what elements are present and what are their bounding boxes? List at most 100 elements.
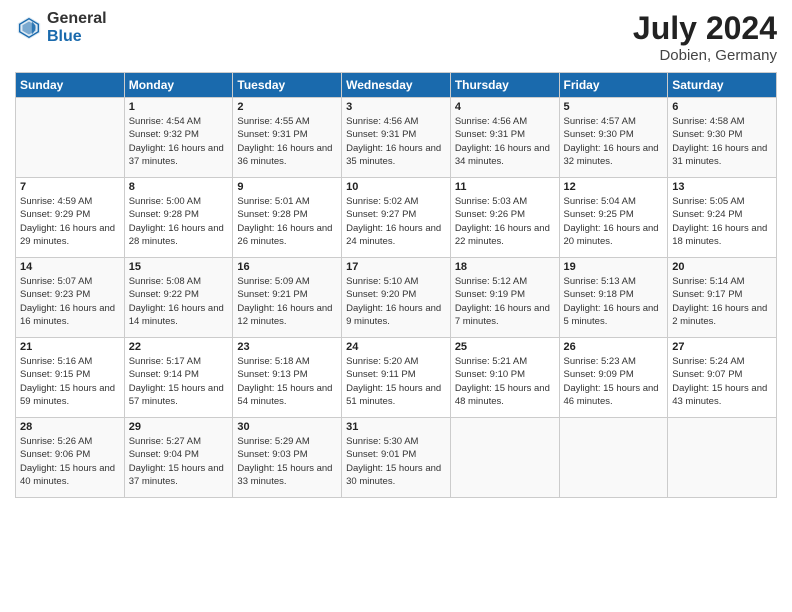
day-info-3: Sunrise: 4:56 AM Sunset: 9:31 PM Dayligh… <box>346 115 446 168</box>
day-cell-32 <box>450 418 559 498</box>
week-row-2: 7 Sunrise: 4:59 AM Sunset: 9:29 PM Daylig… <box>16 178 777 258</box>
day-info-22: Sunrise: 5:17 AM Sunset: 9:14 PM Dayligh… <box>129 355 229 408</box>
day-info-14: Sunrise: 5:07 AM Sunset: 9:23 PM Dayligh… <box>20 275 120 328</box>
day-cell-3: 3 Sunrise: 4:56 AM Sunset: 9:31 PM Daylig… <box>342 98 451 178</box>
header-tuesday: Tuesday <box>233 73 342 98</box>
day-info-29: Sunrise: 5:27 AM Sunset: 9:04 PM Dayligh… <box>129 435 229 488</box>
day-number-21: 21 <box>20 341 120 353</box>
day-number-6: 6 <box>672 101 772 113</box>
day-cell-18: 18 Sunrise: 5:12 AM Sunset: 9:19 PM Dayli… <box>450 258 559 338</box>
title-block: July 2024 Dobien, Germany <box>633 10 777 64</box>
day-info-1: Sunrise: 4:54 AM Sunset: 9:32 PM Dayligh… <box>129 115 229 168</box>
day-info-2: Sunrise: 4:55 AM Sunset: 9:31 PM Dayligh… <box>237 115 337 168</box>
day-info-26: Sunrise: 5:23 AM Sunset: 9:09 PM Dayligh… <box>564 355 664 408</box>
day-number-9: 9 <box>237 181 337 193</box>
day-number-26: 26 <box>564 341 664 353</box>
day-cell-22: 22 Sunrise: 5:17 AM Sunset: 9:14 PM Dayli… <box>124 338 233 418</box>
day-cell-19: 19Sunrise: 5:13 AM Sunset: 9:18 PM Dayli… <box>559 258 668 338</box>
day-info-28: Sunrise: 5:26 AM Sunset: 9:06 PM Dayligh… <box>20 435 120 488</box>
day-cell-29: 29 Sunrise: 5:27 AM Sunset: 9:04 PM Dayli… <box>124 418 233 498</box>
day-cell-4: 4Sunrise: 4:56 AM Sunset: 9:31 PM Daylig… <box>450 98 559 178</box>
day-info-7: Sunrise: 4:59 AM Sunset: 9:29 PM Dayligh… <box>20 195 120 248</box>
day-number-25: 25 <box>455 341 555 353</box>
day-info-23: Sunrise: 5:18 AM Sunset: 9:13 PM Dayligh… <box>237 355 337 408</box>
logo-general: General <box>47 10 107 27</box>
day-info-17: Sunrise: 5:10 AM Sunset: 9:20 PM Dayligh… <box>346 275 446 328</box>
logo-icon <box>15 14 43 42</box>
day-cell-23: 23 Sunrise: 5:18 AM Sunset: 9:13 PM Dayli… <box>233 338 342 418</box>
header-friday: Friday <box>559 73 668 98</box>
day-cell-33 <box>559 418 668 498</box>
day-number-17: 17 <box>346 261 446 273</box>
header-saturday: Saturday <box>668 73 777 98</box>
day-info-30: Sunrise: 5:29 AM Sunset: 9:03 PM Dayligh… <box>237 435 337 488</box>
day-number-7: 7 <box>20 181 120 193</box>
day-info-9: Sunrise: 5:01 AM Sunset: 9:28 PM Dayligh… <box>237 195 337 248</box>
calendar-table: Sunday Monday Tuesday Wednesday Thursday… <box>15 72 777 498</box>
day-cell-17: 17 Sunrise: 5:10 AM Sunset: 9:20 PM Dayli… <box>342 258 451 338</box>
day-cell-7: 7 Sunrise: 4:59 AM Sunset: 9:29 PM Daylig… <box>16 178 125 258</box>
day-number-15: 15 <box>129 261 229 273</box>
day-cell-30: 30 Sunrise: 5:29 AM Sunset: 9:03 PM Dayli… <box>233 418 342 498</box>
day-cell-15: 15 Sunrise: 5:08 AM Sunset: 9:22 PM Dayli… <box>124 258 233 338</box>
day-number-2: 2 <box>237 101 337 113</box>
day-cell-2: 2 Sunrise: 4:55 AM Sunset: 9:31 PM Daylig… <box>233 98 342 178</box>
day-cell-28: 28Sunrise: 5:26 AM Sunset: 9:06 PM Dayli… <box>16 418 125 498</box>
week-row-5: 28Sunrise: 5:26 AM Sunset: 9:06 PM Dayli… <box>16 418 777 498</box>
day-number-23: 23 <box>237 341 337 353</box>
day-cell-34 <box>668 418 777 498</box>
header-sunday: Sunday <box>16 73 125 98</box>
day-info-25: Sunrise: 5:21 AM Sunset: 9:10 PM Dayligh… <box>455 355 555 408</box>
day-info-16: Sunrise: 5:09 AM Sunset: 9:21 PM Dayligh… <box>237 275 337 328</box>
header-monday: Monday <box>124 73 233 98</box>
day-info-24: Sunrise: 5:20 AM Sunset: 9:11 PM Dayligh… <box>346 355 446 408</box>
day-info-31: Sunrise: 5:30 AM Sunset: 9:01 PM Dayligh… <box>346 435 446 488</box>
day-number-11: 11 <box>455 181 555 193</box>
logo-blue: Blue <box>47 28 82 45</box>
location: Dobien, Germany <box>633 47 777 64</box>
day-cell-11: 11Sunrise: 5:03 AM Sunset: 9:26 PM Dayli… <box>450 178 559 258</box>
day-info-20: Sunrise: 5:14 AM Sunset: 9:17 PM Dayligh… <box>672 275 772 328</box>
day-number-16: 16 <box>237 261 337 273</box>
day-info-18: Sunrise: 5:12 AM Sunset: 9:19 PM Dayligh… <box>455 275 555 328</box>
week-row-1: 1 Sunrise: 4:54 AM Sunset: 9:32 PM Daylig… <box>16 98 777 178</box>
day-cell-27: 27Sunrise: 5:24 AM Sunset: 9:07 PM Dayli… <box>668 338 777 418</box>
day-cell-6: 6Sunrise: 4:58 AM Sunset: 9:30 PM Daylig… <box>668 98 777 178</box>
day-number-20: 20 <box>672 261 772 273</box>
day-number-30: 30 <box>237 421 337 433</box>
day-number-10: 10 <box>346 181 446 193</box>
day-number-27: 27 <box>672 341 772 353</box>
day-info-21: Sunrise: 5:16 AM Sunset: 9:15 PM Dayligh… <box>20 355 120 408</box>
day-number-3: 3 <box>346 101 446 113</box>
day-cell-26: 26 Sunrise: 5:23 AM Sunset: 9:09 PM Dayli… <box>559 338 668 418</box>
day-cell-20: 20 Sunrise: 5:14 AM Sunset: 9:17 PM Dayli… <box>668 258 777 338</box>
day-number-12: 12 <box>564 181 664 193</box>
day-cell-1: 1 Sunrise: 4:54 AM Sunset: 9:32 PM Daylig… <box>124 98 233 178</box>
day-cell-16: 16 Sunrise: 5:09 AM Sunset: 9:21 PM Dayli… <box>233 258 342 338</box>
day-cell-9: 9 Sunrise: 5:01 AM Sunset: 9:28 PM Daylig… <box>233 178 342 258</box>
day-number-13: 13 <box>672 181 772 193</box>
logo-text: General Blue <box>47 10 107 45</box>
week-row-3: 14Sunrise: 5:07 AM Sunset: 9:23 PM Dayli… <box>16 258 777 338</box>
day-cell-5: 5Sunrise: 4:57 AM Sunset: 9:30 PM Daylig… <box>559 98 668 178</box>
header-row: General Blue July 2024 Dobien, Germany <box>15 10 777 64</box>
day-cell-25: 25 Sunrise: 5:21 AM Sunset: 9:10 PM Dayli… <box>450 338 559 418</box>
day-number-29: 29 <box>129 421 229 433</box>
day-number-24: 24 <box>346 341 446 353</box>
day-number-18: 18 <box>455 261 555 273</box>
day-number-1: 1 <box>129 101 229 113</box>
day-info-15: Sunrise: 5:08 AM Sunset: 9:22 PM Dayligh… <box>129 275 229 328</box>
day-info-10: Sunrise: 5:02 AM Sunset: 9:27 PM Dayligh… <box>346 195 446 248</box>
day-cell-14: 14Sunrise: 5:07 AM Sunset: 9:23 PM Dayli… <box>16 258 125 338</box>
day-number-4: 4 <box>455 101 555 113</box>
day-number-5: 5 <box>564 101 664 113</box>
day-cell-24: 24 Sunrise: 5:20 AM Sunset: 9:11 PM Dayli… <box>342 338 451 418</box>
day-number-19: 19 <box>564 261 664 273</box>
day-cell-21: 21 Sunrise: 5:16 AM Sunset: 9:15 PM Dayli… <box>16 338 125 418</box>
day-number-8: 8 <box>129 181 229 193</box>
month-year: July 2024 <box>633 10 777 47</box>
header-thursday: Thursday <box>450 73 559 98</box>
day-number-22: 22 <box>129 341 229 353</box>
logo: General Blue <box>15 10 107 45</box>
week-row-4: 21 Sunrise: 5:16 AM Sunset: 9:15 PM Dayli… <box>16 338 777 418</box>
